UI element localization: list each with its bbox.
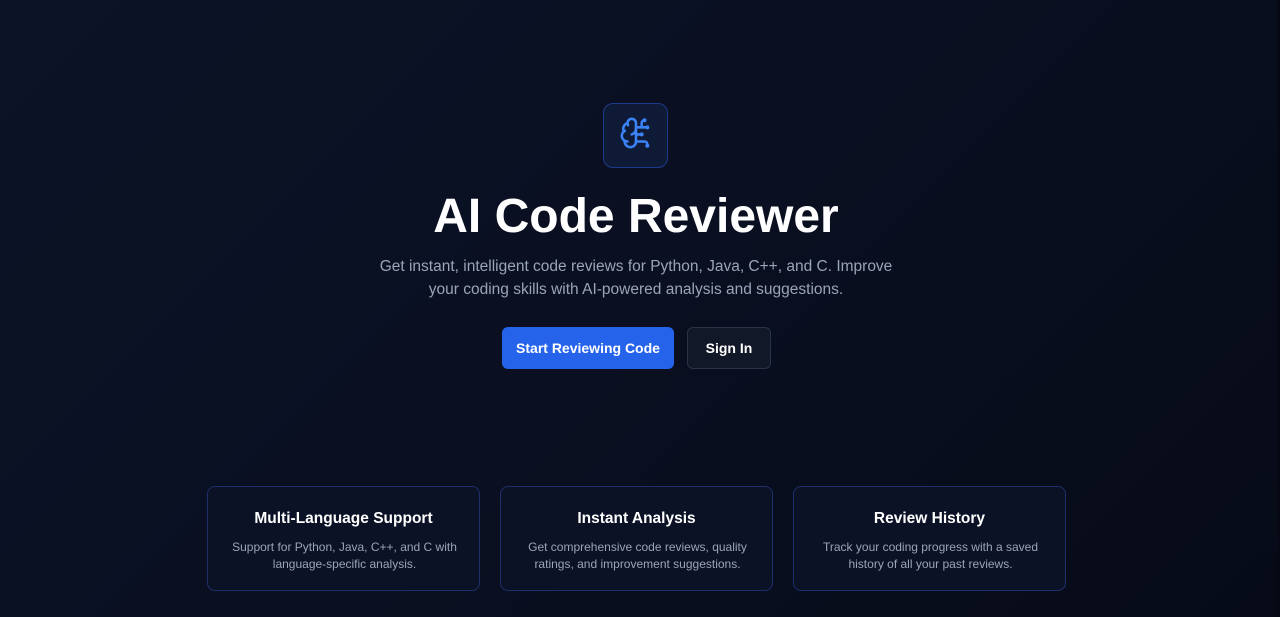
feature-card-title: Instant Analysis	[577, 510, 696, 527]
sign-in-button[interactable]: Sign In	[687, 327, 771, 369]
page-title: AI Code Reviewer	[433, 190, 839, 243]
hero-subtitle: Get instant, intelligent code reviews fo…	[379, 258, 893, 298]
brain-circuit-icon	[619, 116, 653, 155]
feature-card-instant-analysis: Instant Analysis Get comprehensive code …	[500, 486, 773, 591]
feature-card-review-history: Review History Track your coding progres…	[793, 486, 1066, 591]
logo-badge	[603, 103, 668, 168]
feature-card-title: Review History	[873, 510, 986, 527]
feature-card-description: Get comprehensive code reviews, quality …	[528, 540, 747, 571]
feature-card-multi-language: Multi-Language Support Support for Pytho…	[207, 486, 480, 591]
feature-card-description: Track your coding progress with a saved …	[823, 540, 1038, 571]
start-reviewing-button[interactable]: Start Reviewing Code	[502, 327, 674, 369]
feature-card-title: Multi-Language Support	[254, 510, 433, 527]
feature-card-description: Support for Python, Java, C++, and C wit…	[232, 540, 457, 571]
